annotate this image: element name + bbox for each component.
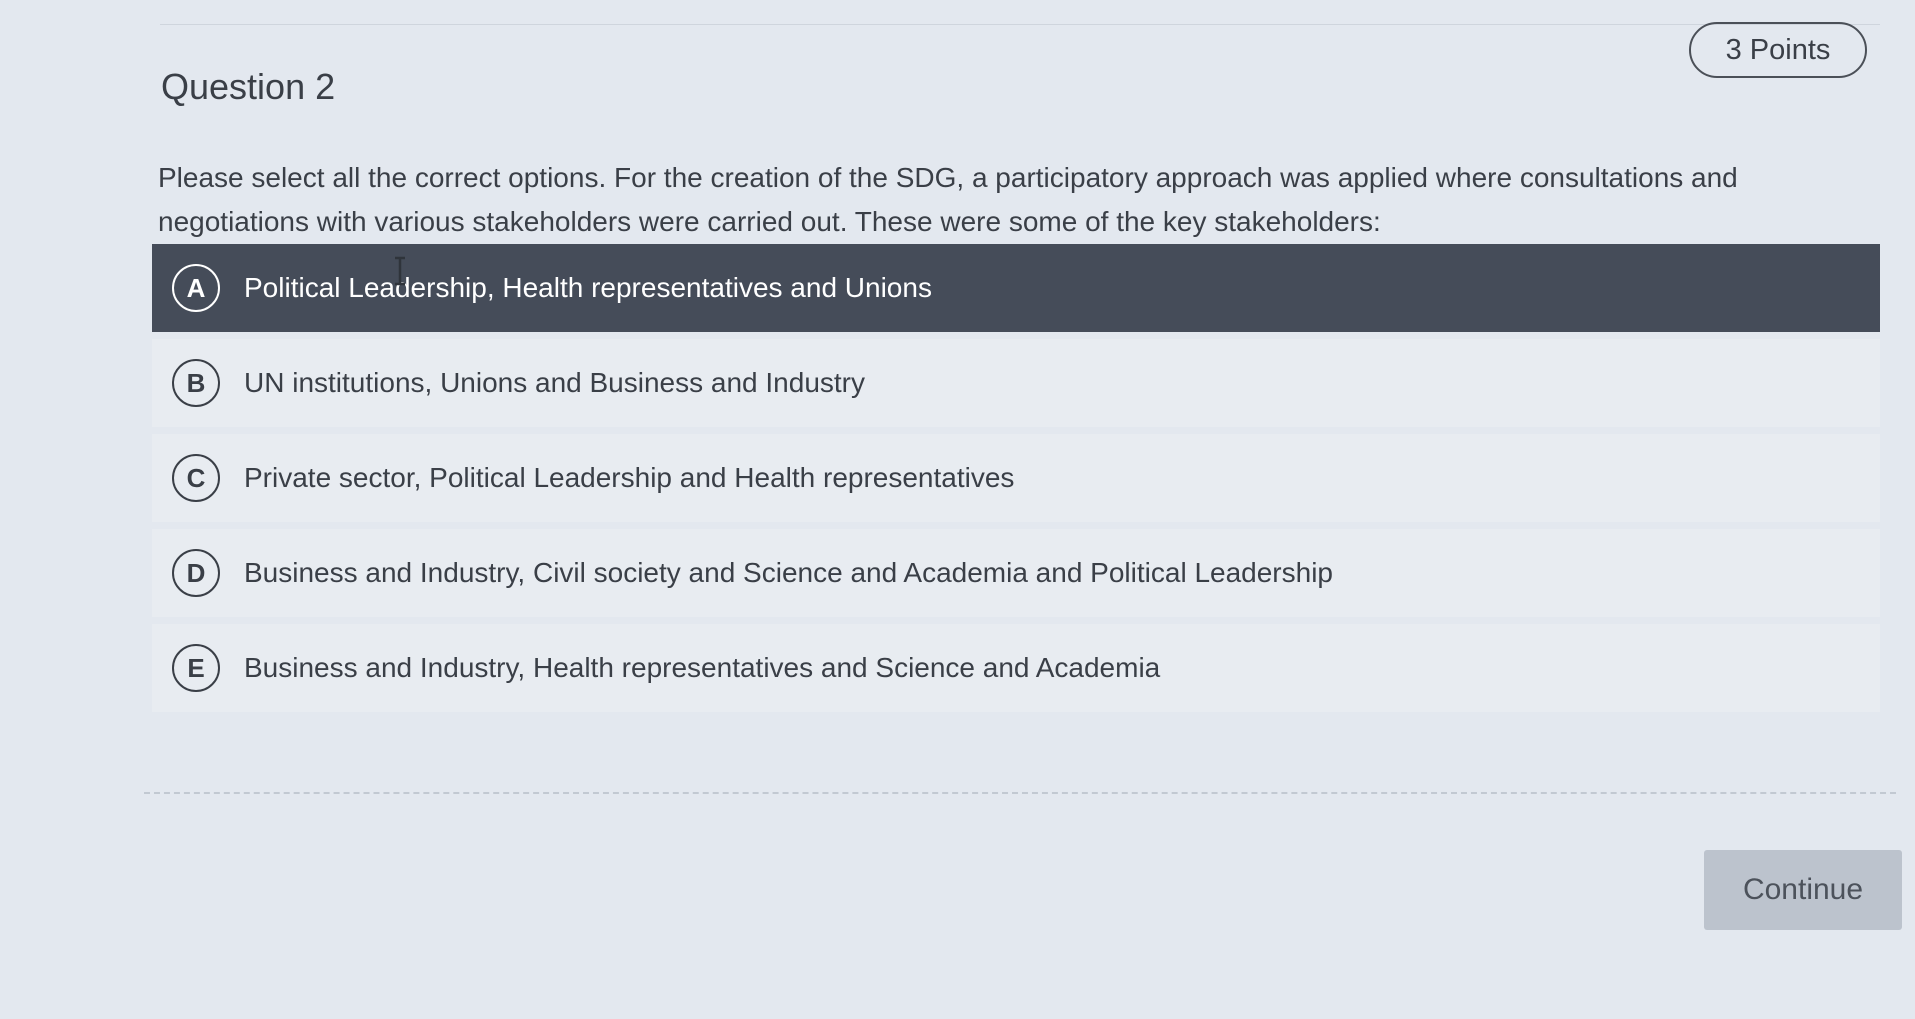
option-text-b: UN institutions, Unions and Business and… (244, 367, 865, 398)
points-badge: 3 Points (1689, 22, 1867, 78)
option-letter-d: D (172, 549, 220, 597)
option-text-d: Business and Industry, Civil society and… (244, 557, 1333, 588)
options-list: A Political Leadership, Health represent… (152, 244, 1880, 719)
option-text-a: Political Leadership, Health representat… (244, 272, 932, 303)
option-a[interactable]: A Political Leadership, Health represent… (152, 244, 1880, 332)
top-divider (160, 24, 1880, 25)
option-letter-e: E (172, 644, 220, 692)
option-b[interactable]: B UN institutions, Unions and Business a… (152, 339, 1880, 427)
option-c[interactable]: C Private sector, Political Leadership a… (152, 434, 1880, 522)
option-e[interactable]: E Business and Industry, Health represen… (152, 624, 1880, 712)
footer-divider (144, 792, 1896, 794)
question-prompt: Please select all the correct options. F… (158, 162, 1738, 237)
option-d[interactable]: D Business and Industry, Civil society a… (152, 529, 1880, 617)
continue-button[interactable]: Continue (1704, 850, 1902, 930)
text-cursor-icon (395, 256, 405, 286)
option-letter-c: C (172, 454, 220, 502)
option-text-e: Business and Industry, Health representa… (244, 652, 1161, 683)
question-title: Question 2 (161, 66, 336, 107)
option-letter-b: B (172, 359, 220, 407)
option-text-c: Private sector, Political Leadership and… (244, 462, 1015, 493)
option-letter-a: A (172, 264, 220, 312)
